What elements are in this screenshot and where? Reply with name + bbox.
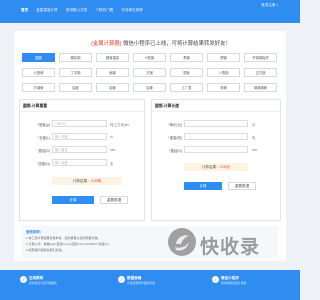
notice-highlight[interactable]: (金属计算器) — [91, 41, 122, 47]
card-title: 圆钢-计算长度 — [155, 104, 180, 108]
material-tab[interactable]: 铝板 — [59, 83, 92, 92]
price-calculator-card: 圆钢-计算长度 *单价(元) 元 *重量(吨) 吨 *直径(D) mm 计算结果… — [151, 99, 281, 221]
result-label: 计算结果： — [72, 179, 91, 183]
diameter-unit: mm — [252, 148, 258, 152]
count-input[interactable]: 输入支数 — [52, 159, 107, 166]
diameter-input[interactable] — [184, 146, 248, 153]
nav-item-unit-convert[interactable]: 在线单位换算 — [121, 8, 143, 13]
diameter-input[interactable]: 输入直径 — [52, 146, 107, 153]
density-label: *密度(ρ) — [37, 123, 50, 127]
material-tab[interactable]: 圆钢 — [22, 53, 55, 62]
material-grid: 圆钢 螺纹钢 圆管重量 H型钢 角钢 槽钢 不锈钢板材 六角棒 工字钢 扁钢 方… — [22, 53, 278, 105]
nav-item-tax[interactable]: 个税热门看 — [95, 8, 113, 13]
unit-price-input[interactable] — [184, 120, 248, 127]
unit-price-label: *单价(元) — [168, 123, 182, 127]
count-unit: 支 — [110, 162, 114, 166]
material-tab[interactable]: 铁棒 — [207, 83, 240, 92]
reset-button[interactable]: 重置数据 — [100, 196, 128, 204]
nav-item-home[interactable]: 首页 — [21, 8, 28, 13]
material-tab[interactable]: 圆管重量 — [96, 53, 129, 62]
density-input[interactable]: 7.85*10 — [52, 120, 107, 127]
material-tab[interactable]: 工厂表 — [170, 83, 203, 92]
main-nav: 首页 金属重量计算 常用管公式表 个税热门看 在线单位换算 — [21, 8, 151, 13]
reset-button[interactable]: 重置数据 — [228, 182, 256, 190]
material-tab[interactable]: 方钢管 — [22, 83, 55, 92]
material-tab[interactable]: 螺纹钢 — [59, 53, 92, 62]
material-tab[interactable]: 铝管 — [96, 83, 129, 92]
chevron-down-icon: ▾ — [276, 3, 278, 7]
calculate-button[interactable]: 计算 — [184, 182, 222, 190]
weight-result: 计算结果：0.00吨 — [52, 177, 122, 185]
density-unit: 吨/立方米(t/m — [110, 123, 130, 127]
weight-label: *重量(吨) — [168, 136, 182, 140]
material-tab[interactable]: H型钢 — [133, 53, 166, 62]
nav-item-metal-weight[interactable]: 金属重量计算 — [36, 8, 58, 13]
material-tab[interactable]: 六角棒 — [22, 68, 55, 77]
nav-item-pipe-formula[interactable]: 常用管公式表 — [66, 8, 88, 13]
top-nav-bar: 首页 金属重量计算 常用管公式表 个税热门看 在线单位换算 登录注册▾ — [0, 0, 300, 23]
feature-desc: 提供常见计算问题解答 — [29, 281, 57, 285]
card-title: 圆钢-计算重量 — [23, 104, 48, 108]
material-tab[interactable]: 方钢 — [133, 68, 166, 77]
check-icon: ✓ — [212, 276, 219, 283]
material-tab[interactable]: 工字钢 — [59, 68, 92, 77]
material-tab[interactable]: 角钢 — [170, 53, 203, 62]
check-icon: ✓ — [20, 276, 27, 283]
login-link[interactable]: 登录注册▾ — [261, 3, 278, 8]
notice-text: 微信小程序已上线，可将计算结果转发好友！ — [121, 41, 231, 47]
count-label: *支数(N) — [37, 162, 50, 166]
material-tab[interactable]: 铝棒 — [133, 83, 166, 92]
wechat-notice: (金属计算器) 微信小程序已上线，可将计算结果转发好友！ — [81, 39, 241, 47]
weight-calculator-card: 圆钢-计算重量 *密度(ρ) 7.85*10 吨/立方米(t/m *长度(L) … — [19, 99, 145, 221]
check-icon: ✓ — [118, 276, 125, 283]
divider — [152, 111, 280, 112]
result-value: 0.00吨 — [90, 179, 102, 183]
divider — [20, 111, 144, 112]
feature-desc: 计算结果参考国家标准 — [127, 281, 155, 285]
material-tab[interactable]: 槽钢 — [207, 53, 240, 62]
material-tab[interactable]: 铜板 — [170, 68, 203, 77]
explanation-line: 1.本工具计算结果仅供参考，实际重量以实际称量为准。 — [26, 236, 101, 240]
material-tab[interactable]: 铜棒钢管 — [244, 83, 277, 92]
watermark: 快收录 — [168, 224, 273, 264]
weight-unit: 吨 — [252, 136, 256, 140]
result-value: 0.00元 — [219, 165, 231, 169]
watermark-text: 快收录 — [200, 236, 261, 258]
result-label: 计算结果： — [201, 165, 220, 169]
footer: ✓ 在线帮助 提供常见计算问题解答 ✓ 数据准确 计算结果参考国家标准 ✓ 微信… — [0, 270, 300, 300]
material-tab[interactable]: 正方钢 — [244, 68, 277, 77]
feature-desc: 随时随地使用计算器 — [221, 281, 247, 285]
calculate-button[interactable]: 计算 — [52, 196, 94, 204]
watermark-logo-icon — [168, 228, 196, 256]
length-input[interactable]: 输入长度 — [52, 133, 107, 140]
explanation-line: 2.计算公式：重量(kg)=直径(mm)×直径(mm)×0.00617×长度(m… — [26, 242, 110, 246]
diameter-unit: mm — [110, 148, 116, 152]
diameter-label: *直径(D) — [169, 149, 182, 153]
explanation-line: 3.如有疑问请联系我们反馈。 — [26, 248, 65, 252]
length-unit: m — [110, 135, 113, 139]
weight-input[interactable] — [184, 133, 248, 140]
material-tab[interactable]: 八角钢 — [207, 68, 240, 77]
diameter-label: *直径(D) — [37, 149, 50, 153]
material-tab[interactable]: 扁钢 — [96, 68, 129, 77]
explanation-title: 使用说明： — [26, 230, 43, 234]
material-tab[interactable]: 不锈钢板材 — [244, 53, 277, 62]
unit-price-unit: 元 — [252, 123, 256, 127]
length-label: *长度(L) — [37, 136, 50, 140]
price-result: 计算结果：0.00元 — [184, 163, 248, 171]
